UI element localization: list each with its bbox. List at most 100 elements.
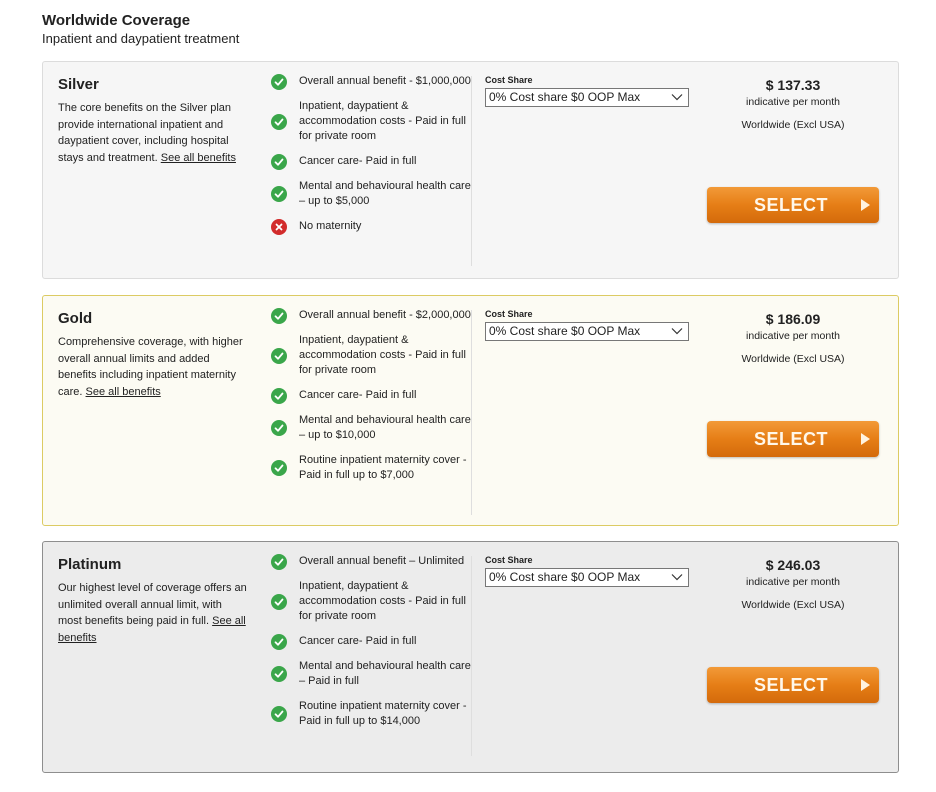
benefit-text: Routine inpatient maternity cover - Paid… [299, 700, 467, 727]
see-all-benefits-link[interactable]: See all benefits [86, 386, 161, 398]
chevron-down-icon [671, 574, 683, 581]
benefit-text: Cancer care- Paid in full [299, 635, 417, 647]
price-box: $ 137.33 indicative per month Worldwide … [723, 76, 863, 133]
select-plan-button[interactable]: SELECT [707, 667, 879, 703]
cost-share-select[interactable]: 0% Cost share $0 OOP Max [485, 322, 689, 341]
page-header: Worldwide Coverage Inpatient and daypati… [42, 12, 239, 47]
check-icon [271, 633, 287, 650]
column-divider [471, 310, 472, 515]
cost-share-selected-value: 0% Cost share $0 OOP Max [489, 90, 641, 104]
cost-share-selected-value: 0% Cost share $0 OOP Max [489, 570, 641, 584]
play-arrow-icon [861, 679, 870, 691]
check-icon [271, 186, 287, 202]
benefit-item: Routine inpatient maternity cover - Paid… [271, 453, 471, 483]
price-note: indicative per month [746, 96, 840, 108]
benefit-text: Overall annual benefit - $1,000,000 [299, 75, 471, 87]
check-icon [271, 113, 287, 130]
check-icon [271, 553, 287, 570]
price-box: $ 246.03 indicative per month Worldwide … [723, 556, 863, 613]
check-icon [271, 666, 287, 682]
benefit-text: Mental and behavioural health care – up … [299, 180, 471, 207]
benefit-text: No maternity [299, 220, 362, 232]
plan-name: Silver [58, 76, 99, 93]
cost-share-label: Cost Share [485, 75, 533, 85]
monthly-price: $ 137.33 [765, 77, 821, 93]
plan-name: Gold [58, 310, 93, 327]
cost-share-group: Cost Share 0% Cost share $0 OOP Max [485, 555, 689, 587]
benefit-text: Mental and behavioural health care – up … [299, 414, 471, 441]
plan-card-silver: Silver The core benefits on the Silver p… [42, 61, 899, 279]
select-button-label: SELECT [753, 429, 828, 449]
select-plan-button[interactable]: SELECT [707, 187, 879, 223]
price-box: $ 186.09 indicative per month Worldwide … [723, 310, 863, 367]
play-arrow-icon [861, 433, 870, 445]
benefit-text: Inpatient, daypatient & accommodation co… [299, 334, 466, 376]
check-icon [271, 153, 287, 170]
plan-description: The core benefits on the Silver plan pro… [58, 100, 248, 166]
column-divider [471, 76, 472, 266]
benefit-item: Inpatient, daypatient & accommodation co… [271, 99, 471, 144]
coverage-region: Worldwide (Excl USA) [741, 353, 845, 365]
cost-share-select[interactable]: 0% Cost share $0 OOP Max [485, 88, 689, 107]
cost-share-group: Cost Share 0% Cost share $0 OOP Max [485, 309, 689, 341]
benefit-item: Cancer care- Paid in full [271, 633, 471, 650]
check-icon [271, 460, 287, 476]
page-subtitle: Inpatient and daypatient treatment [42, 31, 240, 46]
benefit-item: Mental and behavioural health care – Pai… [271, 659, 471, 689]
benefit-text: Cancer care- Paid in full [299, 155, 417, 167]
coverage-region: Worldwide (Excl USA) [741, 119, 845, 131]
benefit-text: Inpatient, daypatient & accommodation co… [299, 580, 466, 622]
benefit-item: No maternity [271, 218, 471, 235]
see-all-benefits-link[interactable]: See all benefits [161, 152, 236, 164]
benefit-item: Inpatient, daypatient & accommodation co… [271, 579, 471, 624]
cost-share-select[interactable]: 0% Cost share $0 OOP Max [485, 568, 689, 587]
benefit-text: Overall annual benefit - $2,000,000 [299, 309, 471, 321]
coverage-region: Worldwide (Excl USA) [741, 599, 845, 611]
play-arrow-icon [861, 199, 870, 211]
column-divider [471, 556, 472, 756]
benefit-item: Cancer care- Paid in full [271, 387, 471, 404]
benefit-text: Mental and behavioural health care – Pai… [299, 660, 471, 687]
benefit-text: Routine inpatient maternity cover - Paid… [299, 454, 467, 481]
chevron-down-icon [671, 328, 683, 335]
benefit-item: Mental and behavioural health care – up … [271, 413, 471, 443]
check-icon [271, 347, 287, 364]
price-note: indicative per month [746, 576, 840, 588]
select-button-label: SELECT [753, 195, 828, 215]
select-plan-button[interactable]: SELECT [707, 421, 879, 457]
benefit-text: Cancer care- Paid in full [299, 389, 417, 401]
cross-icon [271, 218, 287, 235]
chevron-down-icon [671, 94, 683, 101]
benefit-item: Cancer care- Paid in full [271, 153, 471, 170]
check-icon [271, 593, 287, 610]
cost-share-label: Cost Share [485, 309, 533, 319]
plan-card-gold: Gold Comprehensive coverage, with higher… [42, 295, 899, 526]
cost-share-selected-value: 0% Cost share $0 OOP Max [489, 324, 641, 338]
plan-card-platinum: Platinum Our highest level of coverage o… [42, 541, 899, 773]
price-note: indicative per month [746, 330, 840, 342]
check-icon [271, 420, 287, 436]
benefit-item: Overall annual benefit - $2,000,000 [271, 307, 471, 324]
benefit-item: Inpatient, daypatient & accommodation co… [271, 333, 471, 378]
monthly-price: $ 246.03 [765, 557, 821, 573]
benefit-item: Routine inpatient maternity cover - Paid… [271, 699, 471, 729]
benefit-text: Inpatient, daypatient & accommodation co… [299, 100, 466, 142]
monthly-price: $ 186.09 [765, 311, 821, 327]
plan-description: Comprehensive coverage, with higher over… [58, 334, 248, 400]
benefits-list: Overall annual benefit - $1,000,000 Inpat… [271, 73, 471, 244]
benefits-list: Overall annual benefit - $2,000,000 Inpat… [271, 307, 471, 493]
benefits-list: Overall annual benefit – Unlimited Inpati… [271, 553, 471, 739]
benefit-item: Overall annual benefit – Unlimited [271, 553, 471, 570]
cost-share-label: Cost Share [485, 555, 533, 565]
check-icon [271, 73, 287, 90]
plan-description: Our highest level of coverage offers an … [58, 580, 248, 646]
benefit-item: Mental and behavioural health care – up … [271, 179, 471, 209]
page-title: Worldwide Coverage [42, 12, 191, 29]
check-icon [271, 307, 287, 324]
plan-name: Platinum [58, 556, 122, 573]
check-icon [271, 387, 287, 404]
check-icon [271, 706, 287, 722]
select-button-label: SELECT [753, 675, 828, 695]
benefit-item: Overall annual benefit - $1,000,000 [271, 73, 471, 90]
cost-share-group: Cost Share 0% Cost share $0 OOP Max [485, 75, 689, 107]
